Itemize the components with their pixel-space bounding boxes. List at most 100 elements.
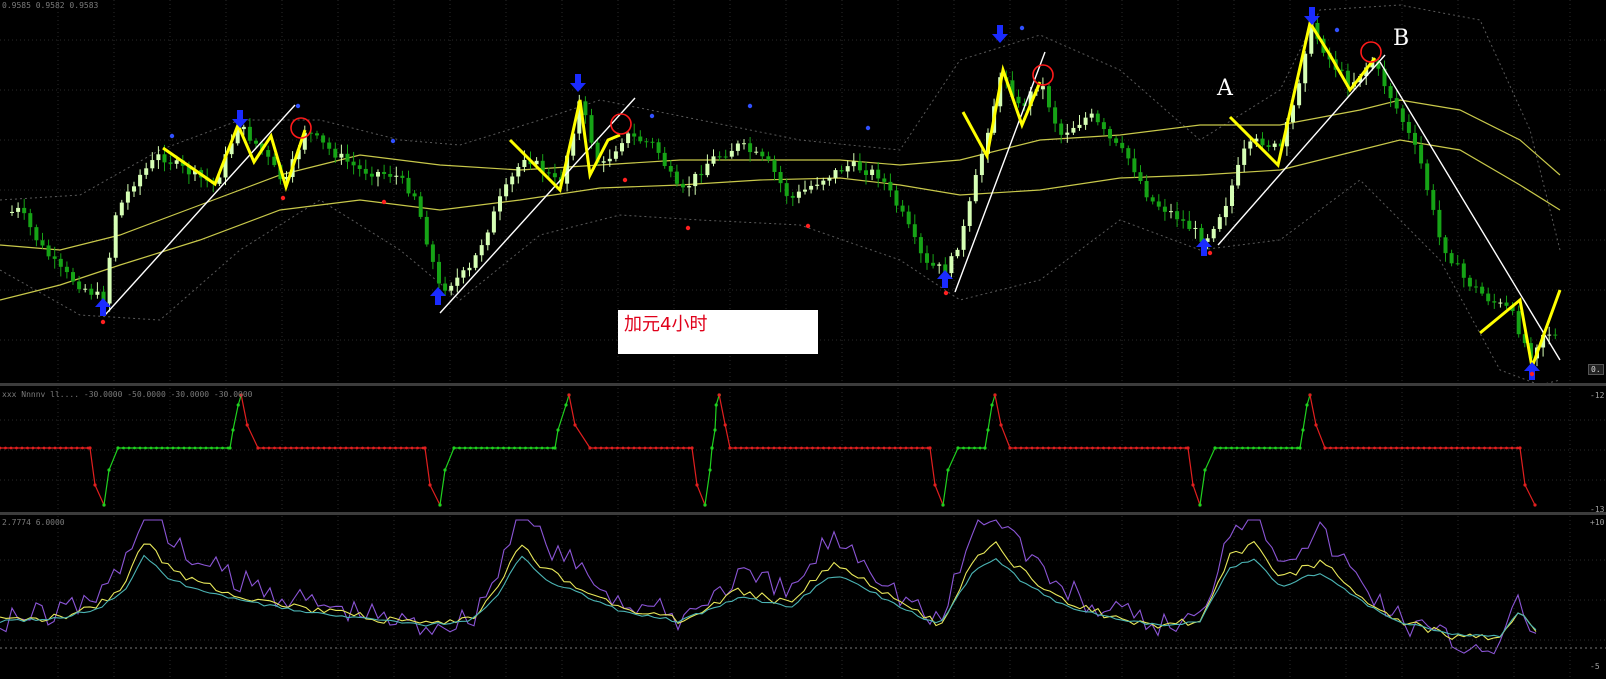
oscillator-dot [564, 403, 568, 407]
candle-body [1388, 86, 1393, 99]
candle-body [803, 189, 807, 192]
candle-body [644, 141, 649, 143]
oscillator-dot [204, 446, 208, 450]
oscillator-dot [236, 403, 240, 407]
candle-body [961, 225, 966, 250]
candle-body [333, 148, 338, 158]
candle-body [613, 151, 618, 159]
oscillator-dot [300, 446, 304, 450]
oscillator-dot [827, 446, 831, 450]
candle-body [754, 151, 759, 153]
pane-separator-1[interactable] [0, 383, 1606, 386]
candle-body [22, 207, 27, 214]
oscillator-dot [882, 446, 886, 450]
oscillator-dot [1406, 446, 1409, 450]
candle-body [107, 257, 112, 304]
oscillator-dot [1080, 446, 1083, 450]
oscillator-dot [256, 446, 260, 450]
oscillator-dot [713, 428, 717, 432]
oscillator-dot [783, 446, 787, 450]
candle-body [144, 168, 149, 175]
oscillator-dot [1340, 446, 1343, 450]
oscillator-dot [638, 446, 641, 450]
oscillator-dot [1069, 446, 1072, 450]
oscillator-dot [1129, 446, 1133, 450]
oscillator-dot [513, 446, 516, 450]
oscillator-dot [1263, 446, 1266, 450]
oscillator-dot [844, 446, 847, 450]
oscillator-dot [1063, 446, 1067, 450]
signal-dot [747, 103, 753, 109]
oscillator-dot [31, 446, 35, 450]
candle-body [1394, 98, 1399, 109]
oscillator-dot [372, 446, 375, 450]
candle-body [345, 153, 350, 162]
signal-dot [865, 125, 871, 131]
oscillator-dot [26, 446, 29, 450]
candle-body [418, 196, 423, 217]
oscillator-dot [599, 446, 603, 450]
candle-body [1114, 138, 1119, 143]
oscillator-dot [1140, 446, 1144, 450]
oscillator-dot [188, 446, 191, 450]
oscillator-dot [660, 446, 663, 450]
oscillator-dot [967, 446, 971, 450]
oscillator-dot [1439, 446, 1442, 450]
candle-body [906, 211, 911, 225]
oscillator-dot [616, 446, 619, 450]
candle-body [589, 115, 594, 143]
candle-body [510, 176, 515, 185]
oscillator-dot [999, 423, 1003, 427]
oscillator-dot [1411, 446, 1415, 450]
oscillator-dot [1290, 446, 1294, 450]
oscillator-dot [1499, 446, 1503, 450]
signal-dot [390, 138, 396, 144]
oscillator-dot [1213, 446, 1217, 450]
oscillator-dot [438, 503, 442, 507]
candle-body [83, 288, 88, 290]
candle-body [918, 237, 923, 254]
oscillator-dot [1186, 446, 1190, 450]
candle-body [1083, 117, 1088, 125]
candle-body [827, 177, 832, 181]
signal-dot [295, 103, 301, 109]
pane-separator-2[interactable] [0, 512, 1606, 515]
oscillator-dot [610, 446, 614, 450]
oscillator-dot [893, 446, 897, 450]
oscillator-dot [394, 446, 397, 450]
candle-body [34, 227, 39, 241]
oscillator-dot [278, 446, 282, 450]
oscillator-dot [228, 446, 232, 450]
oscillator-dot [1235, 446, 1239, 450]
candle-body [772, 160, 777, 173]
oscillator-dot [946, 468, 950, 472]
oscillator-dot [1191, 483, 1195, 487]
oscillator-dot [1102, 446, 1105, 450]
oscillator-dot [443, 468, 447, 472]
oscillator-dot [986, 428, 990, 432]
oscillator-dot [962, 446, 965, 450]
candle-body [119, 202, 124, 216]
candle-body [1413, 132, 1417, 145]
oscillator-dot [849, 446, 853, 450]
oscillator-dot [64, 446, 68, 450]
candle-body [1108, 129, 1112, 139]
oscillator-dot [1008, 446, 1012, 450]
oscillator-dot [866, 446, 869, 450]
candle-body [1425, 163, 1430, 191]
candle-body [406, 177, 411, 194]
oscillator-dot [1014, 446, 1017, 450]
candle-body [583, 101, 588, 116]
oscillator-dot [177, 446, 180, 450]
signal-dot [169, 133, 175, 139]
oscillator-dot [973, 446, 976, 450]
candle-body [888, 181, 893, 191]
candle-body [1181, 219, 1186, 221]
oscillator-dot [1483, 446, 1486, 450]
oscillator-dot [910, 446, 913, 450]
oscillator-dot [1274, 446, 1277, 450]
oscillator-dot [366, 446, 370, 450]
oscillator-dot [990, 403, 994, 407]
candle-body [1016, 96, 1021, 104]
lower-axis-top: +10 [1590, 518, 1605, 527]
